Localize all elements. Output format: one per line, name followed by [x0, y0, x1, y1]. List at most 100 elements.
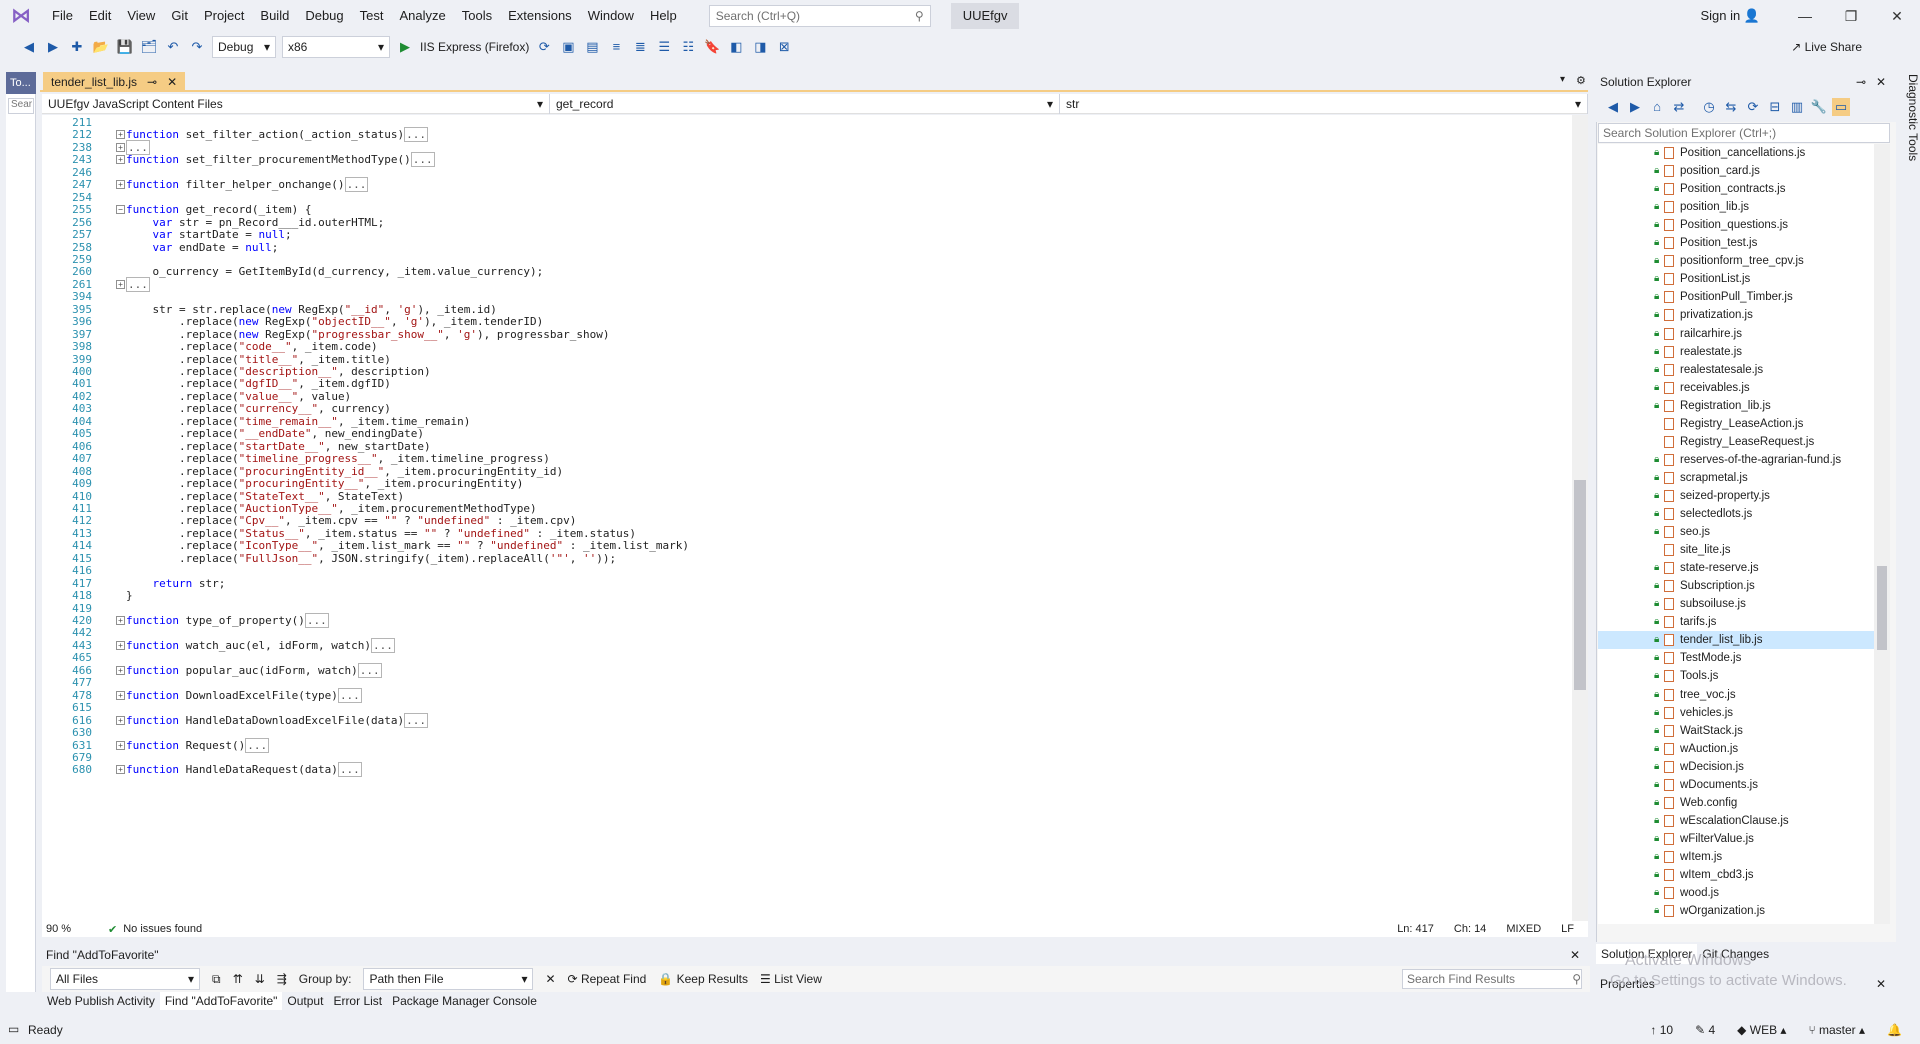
bottom-tab[interactable]: Web Publish Activity — [42, 992, 160, 1010]
expand-icon[interactable]: + — [116, 130, 125, 140]
tree-item[interactable]: Registry_LeaseAction.js — [1598, 415, 1874, 433]
menu-tools[interactable]: Tools — [454, 0, 500, 32]
menu-build[interactable]: Build — [252, 0, 297, 32]
configuration-combo[interactable]: Debug ▾ — [212, 36, 276, 58]
solution-explorer-scrollbar[interactable] — [1874, 144, 1890, 924]
branch-indicator[interactable]: ⑂ master ▴ — [1808, 1016, 1865, 1044]
group-by-combo[interactable]: Path then File ▾ — [363, 968, 534, 990]
tree-item[interactable]: 🔒︎ PositionList.js — [1598, 270, 1874, 288]
stop-icon[interactable]: ✕ — [545, 972, 555, 986]
tree-item[interactable]: 🔒︎ TestMode.js — [1598, 649, 1874, 667]
collapse-all-icon[interactable]: ⊟ — [1766, 98, 1784, 116]
clear-icon[interactable]: ⇶ — [277, 972, 287, 986]
preview-icon[interactable]: ▭ — [1832, 98, 1850, 116]
tree-item[interactable]: 🔒︎ wOrganization.js — [1598, 902, 1874, 920]
close-icon[interactable]: ✕ — [167, 72, 177, 92]
new-project-icon[interactable]: ✚ — [68, 38, 86, 56]
tree-item[interactable]: 🔒︎ tarifs.js — [1598, 613, 1874, 631]
home-icon[interactable]: ⌂ — [1648, 98, 1666, 116]
menu-git[interactable]: Git — [163, 0, 196, 32]
tree-item[interactable]: 🔒︎ wood.js — [1598, 884, 1874, 902]
save-icon[interactable]: 💾 — [116, 38, 134, 56]
project-combo[interactable]: UUEfgv JavaScript Content Files ▾ — [42, 94, 550, 114]
refresh-icon[interactable]: ⟳ — [535, 38, 553, 56]
save-all-icon[interactable]: 🗂 — [140, 38, 158, 56]
tree-item[interactable]: 🔒︎ wDecision.js — [1598, 758, 1874, 776]
tree-item[interactable]: 🔒︎ Position_test.js — [1598, 234, 1874, 252]
pin-icon[interactable]: ⊸ — [147, 72, 157, 92]
menu-edit[interactable]: Edit — [81, 0, 119, 32]
issues-status[interactable]: No issues found — [123, 923, 202, 935]
notifications-icon[interactable]: 🔔 — [1887, 1016, 1902, 1044]
find-results-search[interactable]: Search Find Results ⚲ — [1402, 969, 1582, 989]
close-button[interactable]: ✕ — [1874, 0, 1920, 32]
tree-item[interactable]: 🔒︎ position_lib.js — [1598, 198, 1874, 216]
tree-item[interactable]: 🔒︎ positionform_tree_cpv.js — [1598, 252, 1874, 270]
bottom-tab[interactable]: Output — [282, 992, 328, 1010]
play-icon[interactable]: ▶ — [396, 38, 414, 56]
menu-view[interactable]: View — [119, 0, 163, 32]
prev-bookmark-icon[interactable]: ◧ — [727, 38, 745, 56]
copy-icon[interactable]: ⧉ — [212, 972, 221, 987]
tree-item[interactable]: 🔒︎ seized-property.js — [1598, 487, 1874, 505]
collapse-icon[interactable]: − — [116, 205, 125, 215]
encoding-mode[interactable]: MIXED — [1506, 923, 1541, 935]
expand-icon[interactable]: + — [116, 740, 125, 750]
menu-help[interactable]: Help — [642, 0, 685, 32]
tree-item[interactable]: 🔒︎ reserves-of-the-agrarian-fund.js — [1598, 451, 1874, 469]
keep-results-button[interactable]: 🔒 Keep Results — [658, 972, 748, 986]
tree-item[interactable]: 🔒︎ wFilterValue.js — [1598, 830, 1874, 848]
expand-icon[interactable]: + — [116, 690, 125, 700]
tree-item[interactable]: 🔒︎ wDocuments.js — [1598, 776, 1874, 794]
zoom-level[interactable]: 90 % — [42, 923, 96, 935]
comment-icon[interactable]: ☰ — [655, 38, 673, 56]
menu-test[interactable]: Test — [352, 0, 392, 32]
indent-icon[interactable]: ≡ — [607, 38, 625, 56]
outdent-icon[interactable]: ≣ — [631, 38, 649, 56]
run-target-button[interactable]: IIS Express (Firefox) — [420, 40, 529, 54]
tree-item[interactable]: 🔒︎ Tools.js — [1598, 667, 1874, 685]
code-editor[interactable]: 211 212 + function set_filter_action(_actio… — [42, 115, 1572, 921]
signin-link[interactable]: Sign in 👤 — [1700, 0, 1760, 32]
tree-item[interactable]: 🔒︎ Registration_lib.js — [1598, 397, 1874, 415]
bookmark-icon[interactable]: 🔖 — [703, 38, 721, 56]
tree-item[interactable]: 🔒︎ railcarhire.js — [1598, 325, 1874, 343]
uncomment-icon[interactable]: ☷ — [679, 38, 697, 56]
tree-item[interactable]: 🔒︎ Position_questions.js — [1598, 216, 1874, 234]
code-line[interactable]: 680 + function HandleDataRequest(data)... — [42, 762, 1572, 778]
editor-scroll-thumb[interactable] — [1574, 480, 1586, 690]
tree-item[interactable]: 🔒︎ PositionPull_Timber.js — [1598, 288, 1874, 306]
expand-icon[interactable]: + — [116, 665, 125, 675]
changes-indicator[interactable]: ✎ 4 — [1695, 1016, 1715, 1044]
tab-tender-list-lib[interactable]: tender_list_lib.js ⊸ ✕ — [43, 72, 186, 92]
pending-changes-icon[interactable]: ◷ — [1700, 98, 1718, 116]
commits-indicator[interactable]: ↑ 10 — [1650, 1016, 1673, 1044]
expand-icon[interactable]: + — [116, 640, 125, 650]
tree-item[interactable]: Registry_LeaseRequest.js — [1598, 433, 1874, 451]
member-combo[interactable]: get_record ▾ — [550, 94, 1060, 114]
tree-item[interactable]: 🔒︎ Position_contracts.js — [1598, 180, 1874, 198]
tree-item[interactable]: 🔒︎ wEscalationClause.js — [1598, 812, 1874, 830]
forward-icon[interactable]: ▶ — [1626, 98, 1644, 116]
search-input[interactable]: Search (Ctrl+Q) ⚲ — [708, 5, 931, 27]
tree-item[interactable]: 🔒︎ wAuction.js — [1598, 740, 1874, 758]
expand-icon[interactable]: + — [116, 765, 125, 775]
undo-icon[interactable]: ↶ — [164, 38, 182, 56]
toolbox-tab[interactable]: To... — [6, 72, 36, 94]
solution-name-badge[interactable]: UUEfgv — [950, 3, 1020, 29]
minimize-button[interactable]: — — [1782, 0, 1828, 32]
expand-icon[interactable]: + — [116, 155, 125, 165]
close-icon[interactable]: ✕ — [1876, 974, 1886, 994]
tree-item[interactable]: 🔒︎ position_card.js — [1598, 162, 1874, 180]
collapsed-region[interactable]: ... — [337, 762, 362, 778]
line-ending[interactable]: LF — [1561, 923, 1574, 935]
clear-bookmarks-icon[interactable]: ⊠ — [775, 38, 793, 56]
scope-combo[interactable]: str ▾ — [1060, 94, 1588, 114]
repeat-find-button[interactable]: ⟳ Repeat Find — [568, 972, 647, 986]
find-scope-combo[interactable]: All Files ▾ — [50, 968, 200, 990]
expand-icon[interactable]: + — [116, 715, 125, 725]
menu-extensions[interactable]: Extensions — [500, 0, 580, 32]
menu-window[interactable]: Window — [580, 0, 642, 32]
expand-icon[interactable]: + — [116, 616, 125, 625]
pin-icon[interactable]: ⊸ — [1856, 72, 1866, 92]
